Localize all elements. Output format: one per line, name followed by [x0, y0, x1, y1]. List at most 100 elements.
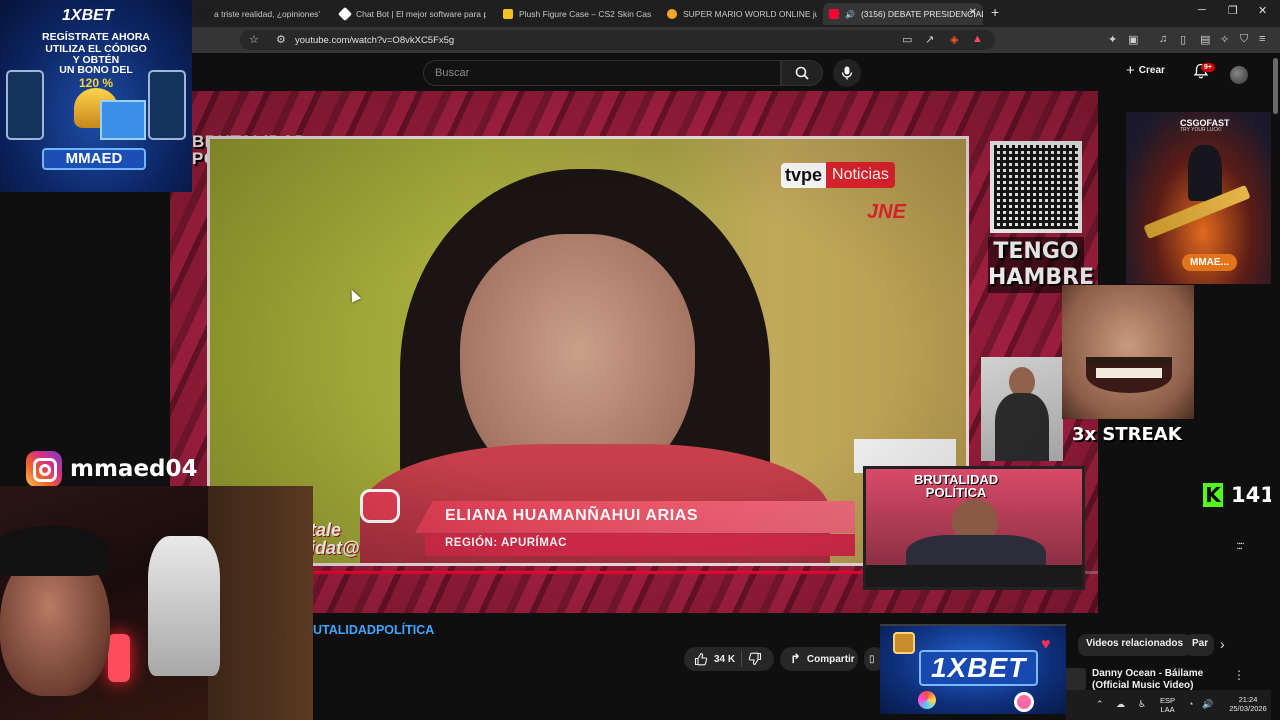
language-code: ESP [1160, 696, 1176, 705]
candidate-region: REGIÓN: APURÍMAC [445, 537, 567, 549]
bookmark-icon[interactable]: ☆ [249, 33, 259, 46]
wallet-icon[interactable]: ▤ [1200, 33, 1210, 46]
noticias-logo-text: Noticias [826, 162, 895, 188]
wifi-icon[interactable]: ◔ [1188, 699, 1193, 709]
search-button[interactable] [781, 60, 823, 86]
media-icon[interactable]: ♫ [1159, 33, 1167, 45]
1xbet-ad[interactable]: 1XBET REGÍSTRATE AHORA UTILIZA EL CÓDIGO… [0, 0, 192, 192]
laughing-meme-face [1062, 285, 1194, 419]
microphone-icon [841, 66, 853, 80]
phone-icon [148, 70, 186, 140]
candidate-hair [400, 169, 770, 563]
gaming-chair [148, 536, 220, 676]
like-icon[interactable] [694, 652, 708, 666]
screenshot-icon[interactable]: ▣ [1128, 33, 1138, 46]
instagram-tag: mmaed04 [26, 451, 198, 487]
1xbet-logo: 1XBET [62, 7, 114, 24]
dislike-icon[interactable] [748, 652, 762, 666]
csgofast-subtitle: TRY YOUR LUCK! [1180, 127, 1222, 133]
page-scrollbar[interactable] [1271, 53, 1280, 720]
notification-count-badge: 9+ [1201, 63, 1215, 72]
cast-icon[interactable]: ▭ [902, 33, 912, 46]
related-video-thumbnail[interactable] [1064, 668, 1086, 690]
candidate-video-frame [207, 136, 969, 566]
chip-related-videos[interactable]: Videos relacionados [1078, 634, 1192, 656]
swirl-icon [1014, 692, 1034, 712]
kick-viewers: K 141 [1203, 483, 1275, 507]
sign-language-interpreter [981, 357, 1063, 461]
accessibility-icon[interactable]: ♿ [1138, 699, 1146, 710]
related-video-title[interactable]: Danny Ocean - Báilame (Official Music Vi… [1092, 668, 1232, 690]
kick-viewer-count: 141 [1231, 483, 1275, 507]
share-button[interactable]: ↱ Compartir [780, 647, 858, 671]
csgofast-code-button[interactable]: MMAE... [1182, 254, 1237, 271]
search-icon [795, 66, 809, 80]
minimize-button[interactable]: ─ [1198, 4, 1206, 16]
jne-logo: JNE [867, 201, 906, 223]
clock-time: 21:24 [1238, 695, 1258, 704]
brutalidad-politica-logo: BRUTALIDAD POLÍTICA [192, 132, 308, 168]
video-hashtag[interactable]: UTALIDADPOLÍTICA [313, 623, 434, 637]
candidate-name: ELIANA HUAMANÑAHUI ARIAS [445, 507, 699, 524]
brave-rewards-icon[interactable]: ▲ [972, 33, 983, 45]
browser-tab-active[interactable]: 🔊 (3156) DEBATE PRESIDENCIAL ✕ [823, 3, 983, 25]
more-options-icon[interactable]: ⋮ [1233, 668, 1245, 682]
keyboard-language[interactable]: ESP LAA [1160, 696, 1175, 714]
scrollbar-thumb[interactable] [1273, 58, 1278, 114]
volume-icon[interactable]: 🔊 [1202, 699, 1213, 710]
browser-toolbar [0, 27, 1280, 53]
leo-ai-icon[interactable]: ✧ [1220, 33, 1229, 46]
youtube-favicon-icon [829, 9, 839, 19]
tab-favicon-icon [198, 9, 208, 19]
promo-code: MMAED [42, 148, 146, 170]
voice-search-button[interactable] [833, 59, 861, 87]
chip-partial[interactable]: Par [1184, 634, 1214, 656]
tvpe-noticias-logo: tvpe Noticias [781, 162, 895, 188]
tab-close-icon[interactable]: ✕ [969, 7, 977, 18]
tab-title: Plush Figure Case – CS2 Skin Case Op [519, 9, 651, 19]
instagram-icon [26, 451, 62, 487]
menu-icon[interactable]: ≡ [1259, 33, 1265, 45]
brave-shield-icon[interactable]: ◈ [950, 33, 958, 46]
extensions-icon[interactable]: ✦ [1108, 33, 1117, 46]
meme-teeth [1096, 368, 1162, 378]
new-tab-button[interactable]: + [991, 4, 999, 20]
red-lamp [108, 634, 130, 682]
tray-chevron-icon[interactable]: ⌃ [1096, 699, 1104, 710]
phone-icon [6, 70, 44, 140]
studio-webcam: BRUTALIDAD POLÍTICA [863, 466, 1085, 590]
name-bar [415, 501, 855, 533]
sidebar-icon[interactable]: ▯ [1180, 33, 1186, 46]
ball-icon [918, 691, 936, 709]
streamer-hair [0, 526, 110, 576]
candidate-shirt [360, 444, 830, 563]
like-dislike-group[interactable]: 34 K [684, 647, 774, 671]
address-bar-url[interactable]: youtube.com/watch?v=O8vkXC5Fx5g [295, 35, 454, 46]
account-avatar[interactable] [1230, 66, 1248, 84]
heart-icon: ♥ [1041, 636, 1051, 653]
search-input[interactable]: Buscar [423, 60, 781, 86]
tab-title: (3156) DEBATE PRESIDENCIAL [860, 9, 983, 19]
tab-title: a triste realidad, ¿opiniones? 🤔 | Tr [214, 8, 320, 19]
layout-code: LAA [1160, 705, 1175, 714]
restore-button[interactable]: ❐ [1228, 4, 1238, 17]
browser-tab[interactable]: Plush Figure Case – CS2 Skin Case Op [497, 3, 651, 25]
browser-tab[interactable]: SUPER MARIO WORLD ONLINE juego [661, 3, 817, 25]
tab-favicon-icon [337, 6, 353, 22]
onedrive-icon[interactable]: ☁ [1116, 699, 1125, 710]
site-info-icon[interactable]: ⚙ [276, 33, 286, 46]
clock[interactable]: 21:24 25/03/2026 [1222, 695, 1274, 713]
create-button[interactable]: + Crear [1126, 62, 1165, 79]
browser-tab[interactable]: a triste realidad, ¿opiniones? 🤔 | Tr [192, 3, 320, 25]
kick-logo-icon: K [1203, 483, 1223, 507]
shelf [208, 486, 313, 720]
tab-favicon-icon [503, 9, 513, 19]
chips-next-arrow-icon[interactable]: › [1220, 636, 1225, 652]
browser-tab[interactable]: Chat Bot | El mejor software para pot [334, 3, 486, 25]
vpn-icon[interactable]: ⛉ [1240, 33, 1248, 46]
create-label: Crear [1138, 65, 1165, 76]
share-page-icon[interactable]: ↗ [925, 33, 934, 46]
close-window-button[interactable]: ✕ [1258, 4, 1267, 17]
streamer-webcam [0, 486, 313, 720]
share-label: Compartir [806, 653, 855, 665]
